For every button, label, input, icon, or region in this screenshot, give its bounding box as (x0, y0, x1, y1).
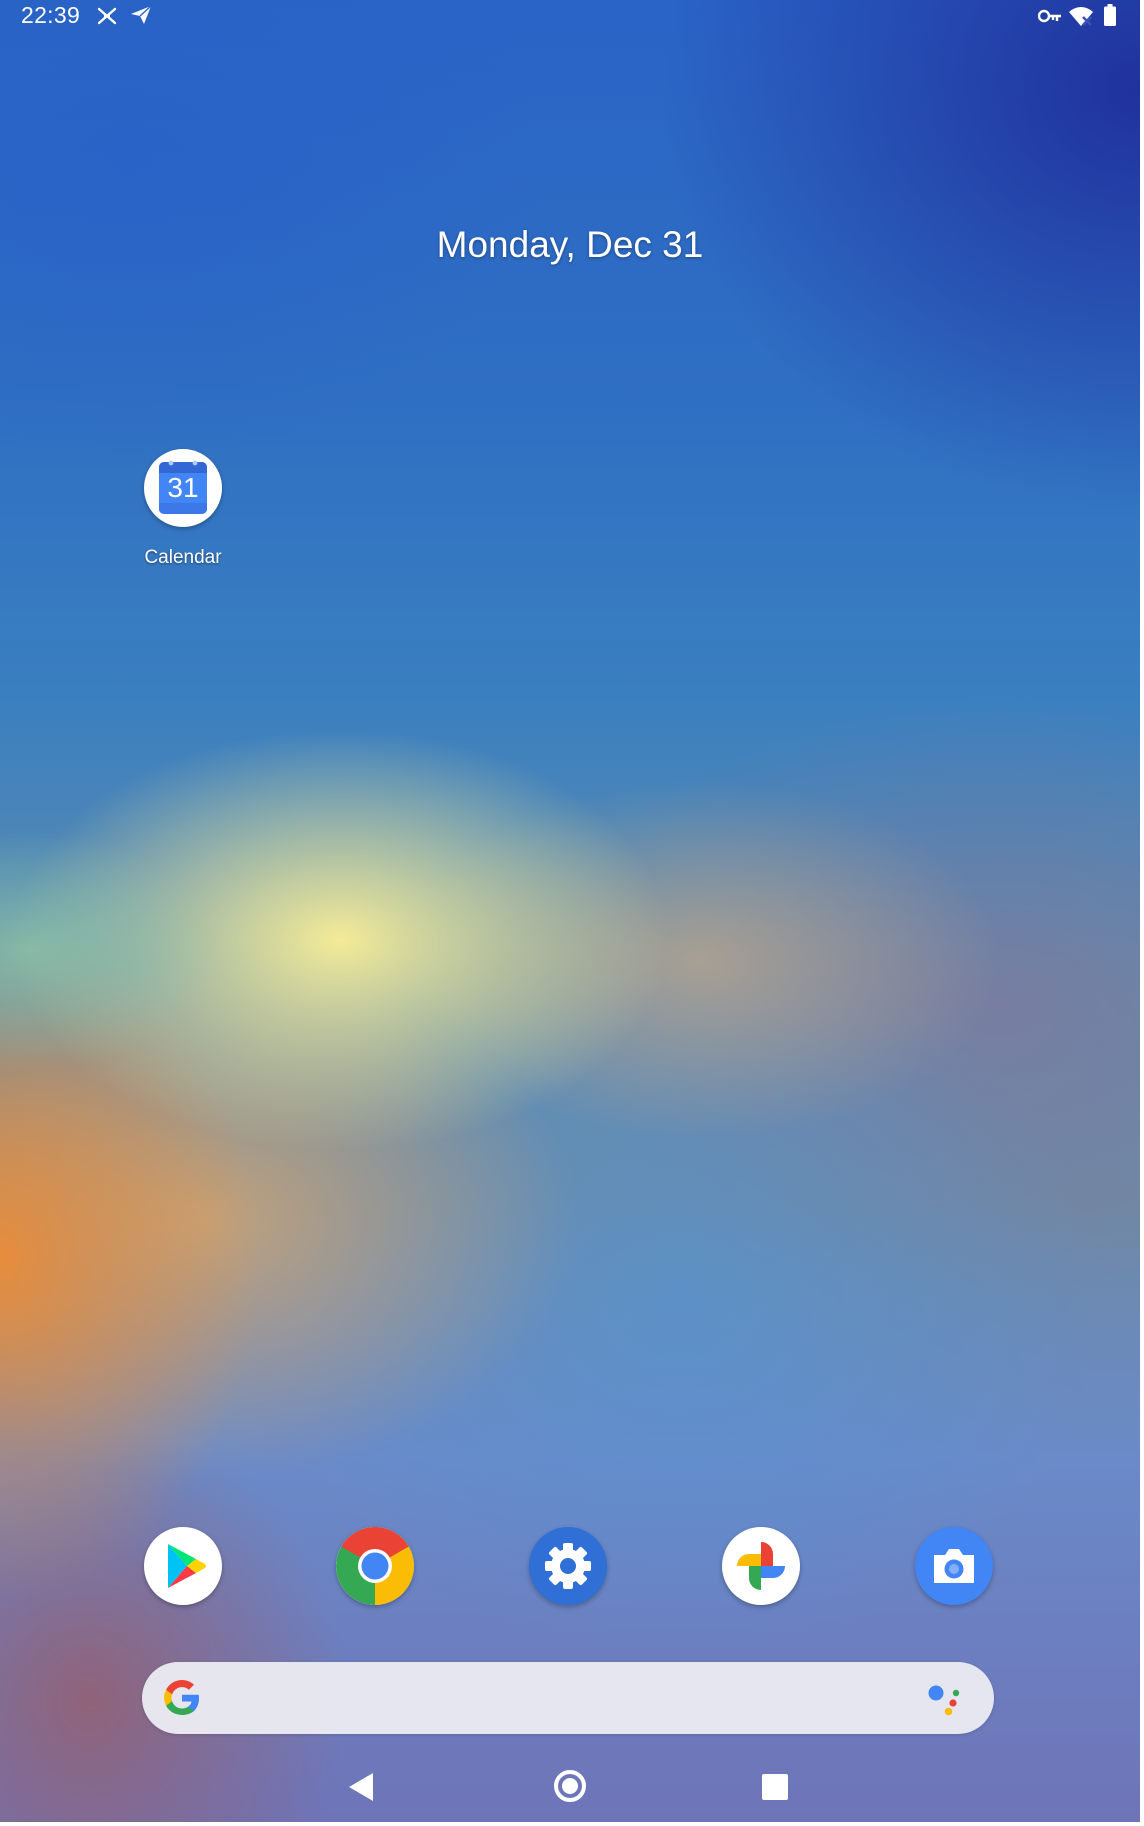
date-widget[interactable]: Monday, Dec 31 (0, 224, 1140, 266)
camera-icon[interactable] (915, 1527, 993, 1605)
navigation-bar (0, 1752, 1140, 1822)
battery-icon (1104, 4, 1116, 31)
google-search-bar[interactable] (142, 1662, 994, 1734)
data-saver-icon (96, 6, 118, 31)
home-screen: 22:39 Monday, Dec 31 31 Calendar (0, 0, 1140, 1822)
back-icon[interactable] (348, 1772, 374, 1807)
play-store-icon[interactable] (144, 1527, 222, 1605)
home-icon[interactable] (553, 1769, 587, 1808)
google-assistant-icon[interactable] (926, 1680, 966, 1723)
status-bar: 22:39 (0, 0, 1140, 32)
calendar-icon-date: 31 (167, 472, 199, 503)
send-icon (130, 5, 152, 30)
recents-icon[interactable] (762, 1774, 788, 1805)
vpn-key-icon (1037, 8, 1062, 29)
calendar-app-label: Calendar (144, 547, 222, 568)
search-input[interactable] (226, 1676, 870, 1722)
chrome-icon[interactable] (336, 1527, 414, 1605)
settings-icon[interactable] (529, 1527, 607, 1605)
wifi-off-icon (1068, 5, 1094, 32)
photos-icon[interactable] (722, 1527, 800, 1605)
google-g-icon[interactable] (162, 1678, 202, 1723)
status-clock: 22:39 (21, 2, 81, 28)
